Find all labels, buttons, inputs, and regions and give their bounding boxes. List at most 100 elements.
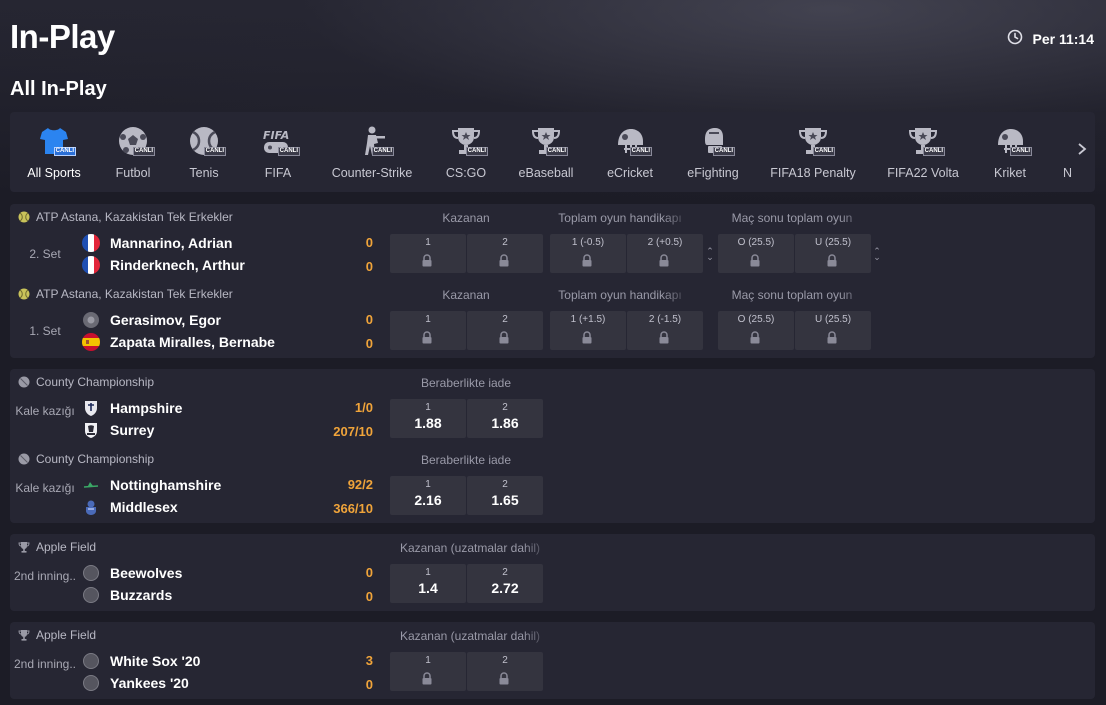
clock-time: Per 11:14 bbox=[1032, 30, 1095, 47]
event-league: Apple Field bbox=[18, 628, 96, 642]
score-home: 3 bbox=[365, 653, 373, 668]
event-group-baseball: Apple Field 2nd inning.. White Sox '20 Y… bbox=[10, 622, 1095, 699]
market-label: Beraberlikte iade bbox=[420, 376, 512, 390]
lock-icon bbox=[827, 331, 837, 344]
event-row[interactable]: County Championship Kale kazığı Nottingh… bbox=[10, 446, 1095, 523]
france-flag-icon bbox=[82, 256, 100, 274]
match-status: 1. Set bbox=[29, 324, 61, 338]
league-name: County Championship bbox=[36, 375, 155, 389]
sport-tab-next[interactable]: N bbox=[1046, 112, 1076, 192]
odd-button[interactable]: O (25.5) bbox=[718, 311, 794, 350]
sport-tab-kriket[interactable]: CANLI Kriket bbox=[974, 112, 1046, 192]
helmet-icon: CANLI bbox=[613, 124, 652, 158]
event-row[interactable]: ATP Astana, Kazakistan Tek Erkekler 1. S… bbox=[10, 281, 1095, 358]
lock-icon bbox=[499, 254, 509, 267]
odd-button[interactable]: 1 (+1.5) bbox=[550, 311, 626, 350]
event-row[interactable]: ATP Astana, Kazakistan Tek Erkekler 2. S… bbox=[10, 204, 1095, 281]
team-home: Nottinghamshire bbox=[82, 476, 221, 494]
live-badge: CANLI bbox=[1009, 147, 1032, 156]
live-badge: CANLI bbox=[53, 147, 76, 156]
event-row[interactable]: County Championship Kale kazığı Hampshir… bbox=[10, 369, 1095, 446]
team-away: Rinderknech, Arthur bbox=[82, 256, 245, 274]
sport-tab-tenis[interactable]: CANLI Tenis bbox=[168, 112, 240, 192]
tennis-ball-icon bbox=[18, 211, 30, 223]
sport-tab-label: FIFA18 Penalty bbox=[770, 166, 856, 180]
team-away: Middlesex bbox=[82, 498, 178, 516]
odd-button[interactable]: O (25.5) bbox=[718, 234, 794, 273]
trophy-icon bbox=[18, 630, 30, 641]
sport-tab-csgo[interactable]: CANLI CS:GO bbox=[428, 112, 504, 192]
event-league: ATP Astana, Kazakistan Tek Erkekler bbox=[18, 287, 233, 301]
fifa-icon: FIFA CANLI bbox=[261, 124, 300, 158]
sort-arrows-icon[interactable]: ⌃ ⌄ bbox=[705, 247, 715, 262]
middlesex-crest-icon bbox=[82, 498, 100, 516]
odd-button[interactable]: 2 bbox=[467, 234, 543, 273]
sport-tab-ebaseball[interactable]: CANLI eBaseball bbox=[504, 112, 588, 192]
surrey-crest-icon bbox=[82, 421, 100, 439]
odd-button[interactable]: U (25.5) bbox=[795, 234, 871, 273]
neutral-flag-icon bbox=[82, 311, 100, 329]
sport-tab-ecricket[interactable]: CANLI eCricket bbox=[588, 112, 672, 192]
score-home: 1/0 bbox=[354, 400, 373, 415]
page-title: In-Play bbox=[10, 18, 115, 55]
team-ball-icon bbox=[82, 674, 100, 692]
odd-button[interactable]: 1 2.16 bbox=[390, 476, 466, 515]
odd-button[interactable]: 1 (-0.5) bbox=[550, 234, 626, 273]
event-row[interactable]: Apple Field 2nd inning.. White Sox '20 Y… bbox=[10, 622, 1095, 699]
odd-button[interactable]: 1 1.88 bbox=[390, 399, 466, 438]
shirt-icon: CANLI bbox=[37, 124, 76, 158]
odd-button[interactable]: 2 (+0.5) bbox=[627, 234, 703, 273]
score-home: 0 bbox=[365, 312, 373, 327]
odd-button[interactable]: 2 1.65 bbox=[467, 476, 543, 515]
cricket-ball-icon bbox=[18, 376, 30, 388]
odd-button[interactable]: 2 (-1.5) bbox=[627, 311, 703, 350]
sport-tab-fifa18-penalty[interactable]: CANLI FIFA18 Penalty bbox=[754, 112, 872, 192]
odd-button[interactable]: 2 2.72 bbox=[467, 564, 543, 603]
league-name: ATP Astana, Kazakistan Tek Erkekler bbox=[36, 287, 233, 301]
sport-tab-all-sports[interactable]: CANLI All Sports bbox=[10, 112, 98, 192]
chevron-right-icon[interactable] bbox=[1077, 142, 1087, 161]
odd-button[interactable]: 2 1.86 bbox=[467, 399, 543, 438]
team-name: Gerasimov, Egor bbox=[110, 312, 222, 328]
trophy-icon: CANLI bbox=[906, 124, 945, 158]
sport-tab-fifa[interactable]: FIFA CANLI FIFA bbox=[240, 112, 316, 192]
odd-button[interactable]: 1 1.4 bbox=[390, 564, 466, 603]
team-home: Mannarino, Adrian bbox=[82, 234, 232, 252]
league-name: Apple Field bbox=[36, 540, 97, 554]
sport-tab-futbol[interactable]: CANLI Futbol bbox=[98, 112, 168, 192]
lock-icon bbox=[422, 672, 432, 685]
sport-tab-label: N bbox=[1063, 166, 1073, 180]
sport-tab-counter-strike[interactable]: CANLI Counter-Strike bbox=[316, 112, 428, 192]
odd-button[interactable]: 2 bbox=[467, 652, 543, 691]
sport-tab-efighting[interactable]: CANLI eFighting bbox=[672, 112, 754, 192]
event-league: County Championship bbox=[18, 375, 154, 389]
clock: Per 11:14 bbox=[1007, 29, 1095, 48]
event-league: County Championship bbox=[18, 452, 154, 466]
odd-button[interactable]: 2 bbox=[467, 311, 543, 350]
sport-tab-label: FIFA22 Volta bbox=[887, 166, 959, 180]
lock-icon bbox=[659, 331, 669, 344]
match-status: 2nd inning.. bbox=[13, 569, 77, 583]
tennis-ball-icon bbox=[18, 288, 30, 300]
odd-button[interactable]: 1 bbox=[390, 311, 466, 350]
lock-icon bbox=[750, 254, 760, 267]
odd-button[interactable]: U (25.5) bbox=[795, 311, 871, 350]
sport-tab-label: eBaseball bbox=[518, 166, 574, 180]
event-row[interactable]: Apple Field 2nd inning.. Beewolves Buzza… bbox=[10, 534, 1095, 611]
team-away: Zapata Miralles, Bernabe bbox=[82, 333, 275, 351]
odd-button[interactable]: 1 bbox=[390, 234, 466, 273]
odd-button[interactable]: 1 bbox=[390, 652, 466, 691]
team-away: Buzzards bbox=[82, 586, 172, 604]
event-league: Apple Field bbox=[18, 540, 96, 554]
odd-value: 1.86 bbox=[491, 415, 519, 431]
live-badge: CANLI bbox=[712, 147, 735, 156]
soccer-ball-icon: CANLI bbox=[116, 124, 155, 158]
team-name: White Sox '20 bbox=[110, 653, 201, 669]
sport-tab-fifa22-volta[interactable]: CANLI FIFA22 Volta bbox=[872, 112, 974, 192]
sort-arrows-icon[interactable]: ⌃ ⌄ bbox=[872, 247, 882, 262]
cricket-ball-icon bbox=[18, 453, 30, 465]
sports-bar: CANLI All Sports CANLI Futbol CANLI Teni… bbox=[10, 112, 1095, 192]
odd-value: 2.16 bbox=[414, 492, 442, 508]
odd-value: 1.88 bbox=[414, 415, 442, 431]
market-label: Kazanan bbox=[442, 211, 490, 225]
